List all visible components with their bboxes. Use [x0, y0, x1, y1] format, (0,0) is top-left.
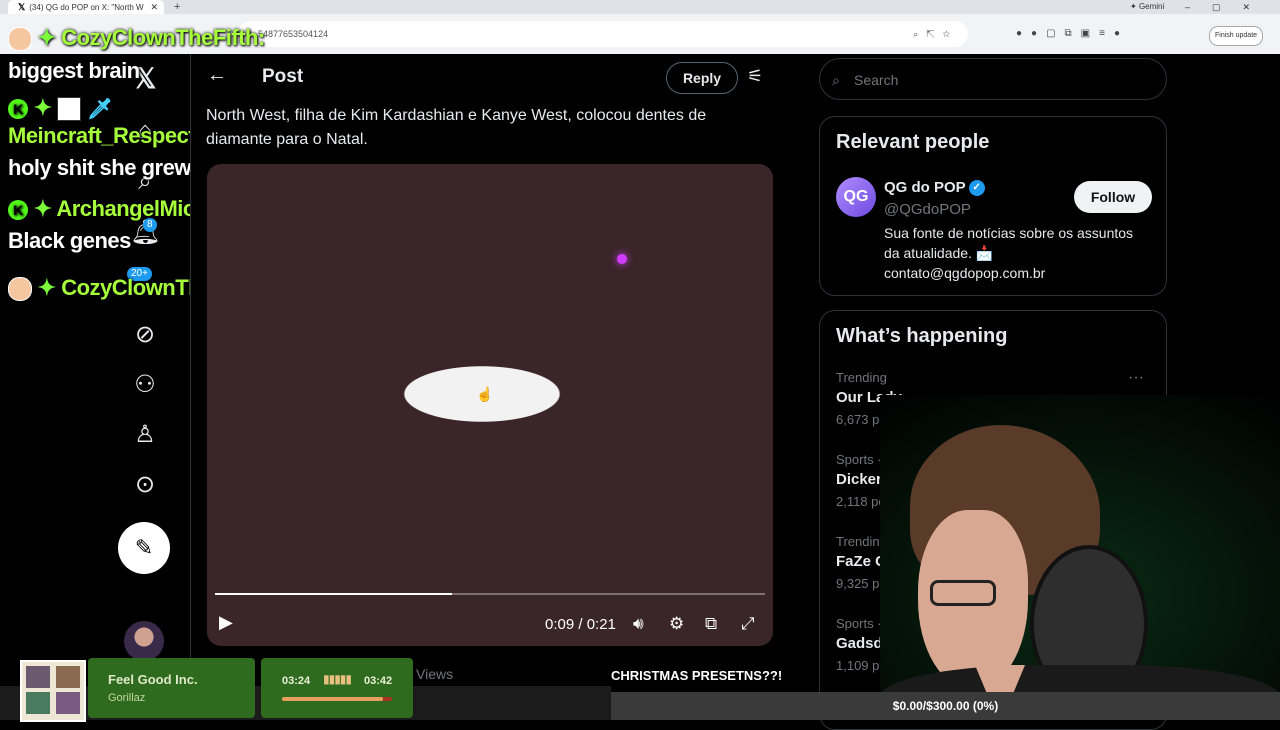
communities-icon[interactable]: ⚇ — [130, 370, 160, 400]
person-name[interactable]: QG do POP ✓ — [884, 179, 985, 197]
video-player[interactable]: ▶ 0:09 / 0:21 🔊︎ ⚙ ⧉ ⤢ — [207, 164, 773, 646]
volume-icon[interactable]: 🔊︎ — [633, 614, 644, 634]
search-icon: ⌕ — [832, 72, 840, 88]
verified-badge-icon: ✓ — [968, 180, 985, 197]
extension-icons[interactable]: ●●▢⧉▣≡● — [1016, 28, 1129, 39]
kick-badge-icon: K — [8, 200, 28, 221]
profile-icon[interactable]: ♙ — [130, 420, 160, 450]
streamer-webcam — [880, 395, 1280, 720]
settings-sliders-icon[interactable]: ⚟ — [747, 66, 763, 87]
chat-gem-icon: ✦ — [33, 95, 52, 120]
fullscreen-icon[interactable]: ⤢ — [741, 614, 755, 634]
chat-gem-icon: ✦ — [33, 196, 52, 221]
reply-button[interactable]: Reply — [666, 62, 738, 94]
window-controls[interactable]: –▢✕ — [1185, 0, 1272, 14]
left-navigation: 𝕏 ⌂ ⌕ 🔔︎ 8 20+ ⊘ ⚇ ♙ ⊙ ✎ — [0, 54, 190, 720]
new-tab-button[interactable]: + — [174, 0, 180, 14]
gemini-label: Gemini — [1138, 2, 1165, 11]
browser-tab-strip: 𝕏 (34) QG do POP on X: "North W ✕ + ✦ Ge… — [0, 0, 1280, 14]
video-progress-fill — [215, 593, 452, 595]
trend-category: Trending — [836, 370, 887, 385]
chat-user-avatar — [8, 27, 32, 52]
album-figure — [26, 692, 50, 714]
song-artist: Gorillaz — [108, 692, 146, 704]
gear-icon[interactable]: ⚙ — [669, 614, 684, 634]
account-avatar[interactable] — [124, 621, 164, 661]
chat-gem-icon: ✦ — [37, 25, 56, 50]
views-label: Views — [416, 666, 454, 682]
gemini-button[interactable]: ✦ Gemini — [1130, 0, 1164, 14]
chat-message: biggest brain — [8, 58, 140, 83]
video-progress-bar[interactable] — [215, 593, 765, 595]
finish-update-button[interactable]: Finish update — [1209, 26, 1264, 46]
search-input[interactable]: ⌕ Search — [819, 58, 1167, 100]
follow-button[interactable]: Follow — [1074, 181, 1152, 213]
relevant-people-heading: Relevant people — [836, 131, 990, 153]
back-arrow-icon[interactable]: ← — [207, 64, 227, 87]
person-handle: @QGdoPOP — [884, 201, 971, 218]
song-title: Feel Good Inc. — [108, 672, 198, 687]
album-figure — [56, 666, 80, 688]
page-title: Post — [262, 66, 304, 87]
search-placeholder: Search — [854, 72, 899, 88]
compose-post-button[interactable]: ✎ — [118, 522, 170, 574]
chat-line-2: biggest brain — [8, 58, 140, 84]
tab-title: (34) QG do POP on X: "North W — [29, 2, 144, 12]
chat-line-4-message: Black genes — [8, 228, 131, 254]
video-light — [617, 254, 627, 264]
play-icon[interactable]: ▶ — [219, 612, 233, 633]
grok-icon[interactable]: ⊘ — [130, 320, 160, 350]
song-progress-fill — [282, 697, 384, 701]
chat-line-1: ✦ CozyClownTheFifth: — [8, 25, 265, 52]
song-total-time: 03:42 — [364, 675, 393, 687]
broken-emote-icon — [57, 97, 82, 122]
song-progress-bar — [282, 697, 392, 701]
relevant-people-card: Relevant people QG QG do POP ✓ @QGdoPOP F… — [819, 116, 1167, 296]
equalizer-icon: ▮▮▮▮▮ — [323, 672, 352, 686]
song-current-time: 03:24 — [282, 675, 311, 687]
chat-gem-icon: ✦ — [37, 274, 56, 300]
chat-username: CozyClownTheFifth: — [61, 25, 265, 50]
whats-happening-heading: What’s happening — [836, 325, 1008, 347]
now-playing-song: Feel Good Inc. Gorillaz — [88, 658, 255, 718]
now-playing-time: 03:24 ▮▮▮▮▮ 03:42 — [261, 658, 413, 718]
x-favicon-icon: 𝕏 — [18, 1, 26, 12]
donation-goal: $0.00/$300.00 (0%) — [611, 692, 1280, 720]
chat-message: Black genes — [8, 228, 131, 253]
chat-user-avatar — [8, 277, 32, 301]
album-figure — [26, 666, 50, 688]
webcam-glasses — [930, 580, 996, 606]
person-bio: Sua fonte de notícias sobre os assuntos … — [884, 225, 1134, 281]
album-figure — [56, 692, 80, 714]
more-icon[interactable]: ⊙ — [130, 470, 160, 500]
person-name-text: QG do POP — [884, 179, 966, 196]
url-field[interactable]: 54877653504124 ⌕⇱☆ — [238, 21, 968, 47]
video-time: 0:09 / 0:21 — [545, 616, 616, 633]
pip-icon[interactable]: ⧉ — [705, 614, 717, 634]
qg-do-pop-avatar[interactable]: QG — [836, 177, 876, 217]
chat-line-3-badges: K ✦ 🗡︎ — [8, 95, 112, 122]
post-text: North West, filha de Kim Kardashian e Ka… — [206, 107, 707, 148]
stream-caption: CHRISTMAS PRESETNS??! — [611, 668, 783, 683]
mouse-cursor-icon: ☝ — [476, 386, 494, 402]
tab-close-icon[interactable]: ✕ — [150, 2, 158, 13]
album-art — [20, 660, 86, 722]
url-text: 54877653504124 — [258, 29, 329, 39]
browser-tab[interactable]: 𝕏 (34) QG do POP on X: "North W ✕ — [8, 0, 164, 14]
omnibox-action-icons[interactable]: ⌕⇱☆ — [913, 21, 958, 47]
sword-emote-icon: 🗡︎ — [86, 98, 112, 121]
kick-badge-icon: K — [8, 99, 28, 120]
